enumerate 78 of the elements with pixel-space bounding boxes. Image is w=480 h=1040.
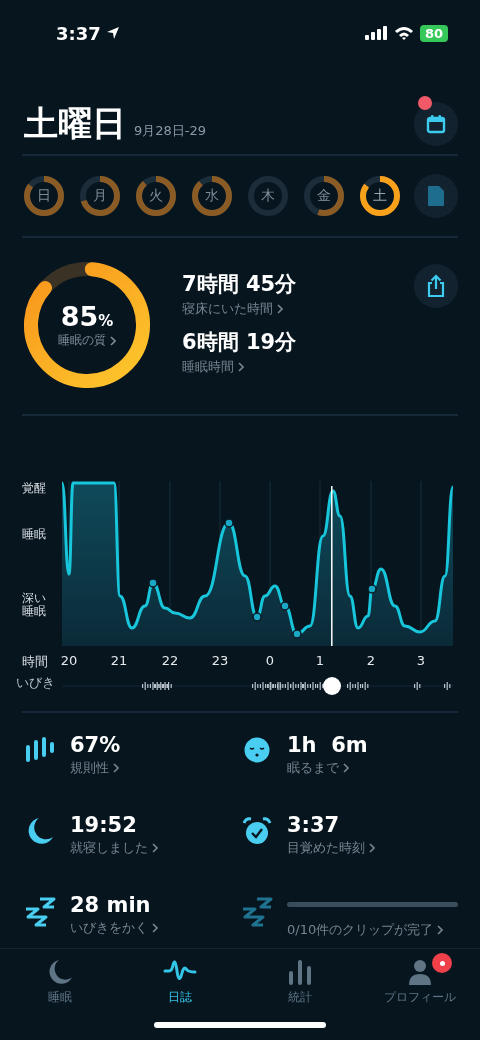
stat-link[interactable]: 0/10件のクリップが完了 [287, 921, 458, 939]
share-button[interactable] [414, 264, 458, 308]
data-point [252, 612, 262, 622]
document-icon [427, 185, 445, 207]
data-point [148, 578, 158, 588]
stat-link[interactable]: 目覚めた時刻 [287, 839, 458, 857]
data-point [292, 629, 302, 639]
hour-label: 0 [265, 653, 275, 668]
duration-link[interactable]: 睡眠時間 [182, 358, 384, 376]
page-title: 土曜日 [24, 102, 126, 145]
wifi-icon [393, 26, 414, 40]
moon-icon [48, 959, 72, 985]
chevron-icon [152, 923, 158, 933]
day-ring[interactable]: 火 [134, 174, 178, 218]
day-ring[interactable]: 日 [22, 174, 66, 218]
signal-icon [363, 26, 388, 40]
share-icon [425, 274, 447, 298]
axis-label: 深い睡眠 [22, 592, 47, 619]
duration-link[interactable]: 寝床にいた時間 [182, 300, 384, 318]
hour-label: 20 [60, 653, 78, 668]
stat-link[interactable]: 眠るまで [287, 759, 458, 777]
stat-link[interactable]: 規則性 [70, 759, 241, 777]
chevron-icon [437, 925, 444, 935]
status-time: 3:37 [56, 22, 101, 44]
snoring-label: いびき [16, 674, 55, 692]
stat-value: 1h 6m [287, 733, 369, 757]
tab[interactable]: プロフィール [360, 949, 480, 1009]
bars-icon [24, 737, 56, 763]
zzz-icon [241, 897, 273, 927]
zzz-icon [24, 897, 56, 927]
battery-level: 80 [419, 24, 448, 42]
axis-label: 時間 [22, 653, 48, 671]
hour-label: 22 [161, 653, 179, 668]
tab[interactable]: 統計 [240, 949, 360, 1009]
chevron-icon [343, 763, 349, 773]
stat-link[interactable]: 就寝しました [70, 839, 241, 857]
hour-label: 3 [416, 653, 426, 668]
duration-value: 6時間 19分 [182, 329, 298, 356]
data-point [367, 584, 377, 594]
stat-link[interactable]: いびきをかく [70, 919, 241, 937]
stat-value: 28 min [70, 893, 152, 917]
day-ring[interactable]: 土 [358, 174, 402, 218]
chevron-icon [110, 335, 116, 346]
calendar-button[interactable] [414, 102, 458, 146]
bar-chart-icon [288, 959, 312, 985]
axis-label: 覚醒 [22, 480, 46, 497]
quality-ring[interactable]: 85% 睡眠の質 [22, 260, 152, 390]
axis-label: 睡眠 [22, 526, 46, 543]
hour-label: 2 [366, 653, 376, 668]
duration-value: 7時間 45分 [182, 271, 298, 298]
alarm-clock-icon [241, 817, 273, 845]
data-point [224, 518, 234, 528]
day-ring[interactable]: 木 [246, 174, 290, 218]
playback-thumb[interactable] [322, 677, 341, 695]
chevron-icon [113, 763, 119, 773]
tab[interactable]: 日誌 [120, 949, 240, 1009]
chevron-icon [369, 843, 375, 853]
location-icon [105, 26, 120, 40]
stat-value: 3:37 [287, 813, 341, 837]
quality-link[interactable]: 睡眠の質 [58, 332, 116, 349]
stat-value: 67% [70, 733, 122, 757]
quality-score: 85% [60, 301, 114, 332]
hour-label: 21 [110, 653, 128, 668]
hour-label: 1 [315, 653, 325, 668]
person-icon [408, 959, 432, 985]
chevron-icon [277, 304, 283, 314]
data-point [280, 601, 290, 611]
chevron-icon [152, 843, 158, 853]
chevron-icon [238, 362, 244, 372]
document-button[interactable] [414, 174, 458, 218]
day-ring[interactable]: 金 [302, 174, 346, 218]
stat-value: 19:52 [70, 813, 138, 837]
hour-label: 23 [211, 653, 229, 668]
tab[interactable]: 睡眠 [0, 949, 120, 1009]
calendar-icon [425, 113, 447, 135]
day-ring[interactable]: 水 [190, 174, 234, 218]
date-range: 9月28日-29 [134, 122, 207, 140]
day-ring[interactable]: 月 [78, 174, 122, 218]
